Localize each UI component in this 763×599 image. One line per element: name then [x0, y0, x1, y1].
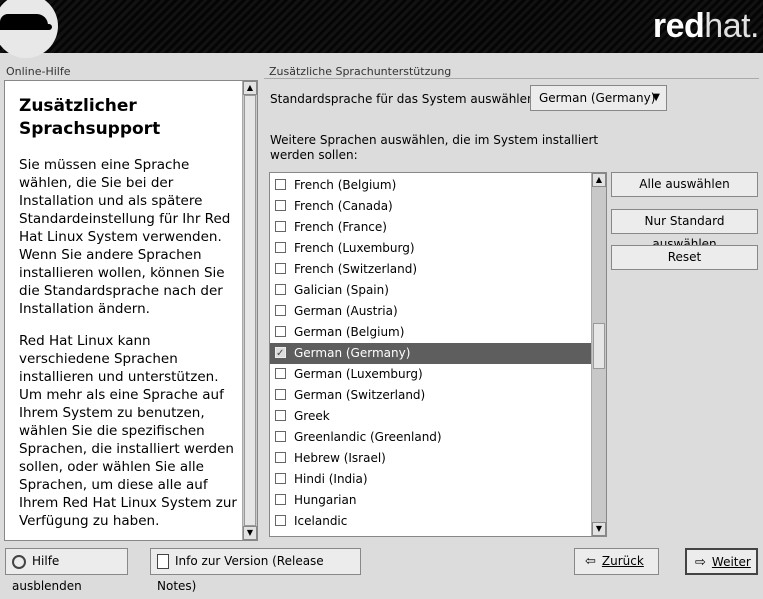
language-label: German (Switzerland): [294, 388, 426, 402]
help-scroll-thumb[interactable]: [244, 95, 256, 526]
language-scrollbar[interactable]: ▲ ▼: [591, 173, 606, 536]
checkbox[interactable]: [275, 200, 286, 211]
language-scroll-thumb[interactable]: [593, 323, 605, 369]
language-label: Hebrew (Israel): [294, 451, 386, 465]
checkbox[interactable]: [275, 431, 286, 442]
checkbox[interactable]: [275, 305, 286, 316]
language-label: Icelandic: [294, 514, 348, 528]
language-label: German (Luxemburg): [294, 367, 423, 381]
checkbox[interactable]: [275, 221, 286, 232]
language-row[interactable]: Galician (Spain): [270, 280, 591, 301]
language-row[interactable]: German (Belgium): [270, 322, 591, 343]
help-title: Zusätzlicher Sprachsupport: [19, 96, 161, 139]
checkbox[interactable]: [275, 263, 286, 274]
back-label: Zurück: [601, 554, 644, 568]
checkbox[interactable]: [275, 452, 286, 463]
language-label: Greek: [294, 409, 330, 423]
language-row[interactable]: German (Luxemburg): [270, 364, 591, 385]
checkbox[interactable]: [275, 284, 286, 295]
chevron-down-icon: ▼: [652, 92, 660, 103]
more-languages-label: Weitere Sprachen auswählen, die im Syste…: [270, 133, 599, 162]
default-only-button[interactable]: Nur Standard auswählen: [611, 209, 758, 251]
scroll-up-arrow-icon[interactable]: ▲: [592, 173, 606, 187]
back-button[interactable]: ⇦ Zurück: [574, 548, 659, 575]
checkbox[interactable]: [275, 494, 286, 505]
language-row[interactable]: German (Switzerland): [270, 385, 591, 406]
checkbox[interactable]: [275, 473, 286, 484]
language-label: German (Belgium): [294, 325, 405, 339]
release-notes-button[interactable]: Info zur Version (Release Notes): [150, 548, 361, 593]
section-divider: [264, 78, 759, 79]
checkbox[interactable]: [275, 368, 286, 379]
help-content: Zusätzlicher Sprachsupport Sie müssen ei…: [5, 81, 242, 540]
help-caption: Online-Hilfe: [6, 65, 71, 78]
language-label: French (Switzerland): [294, 262, 418, 276]
reset-button[interactable]: Reset: [611, 245, 758, 270]
language-row[interactable]: Hebrew (Israel): [270, 448, 591, 469]
scroll-down-arrow-icon[interactable]: ▼: [592, 522, 606, 536]
language-label: Hindi (India): [294, 472, 368, 486]
default-language-select[interactable]: German (Germany) ▼: [530, 85, 667, 111]
help-icon: [12, 554, 26, 569]
hat-brim: [0, 24, 52, 30]
default-language-value: German (Germany): [539, 91, 656, 105]
arrow-right-icon: ⇨: [695, 555, 706, 570]
language-row[interactable]: Hungarian: [270, 490, 591, 511]
language-row[interactable]: German (Austria): [270, 301, 591, 322]
next-button[interactable]: ⇨ Weiter: [685, 548, 758, 575]
language-label: French (Luxemburg): [294, 241, 415, 255]
scroll-up-arrow-icon[interactable]: ▲: [243, 81, 257, 95]
language-row[interactable]: French (Belgium): [270, 175, 591, 196]
select-all-button[interactable]: Alle auswählen: [611, 172, 758, 197]
checkbox[interactable]: [275, 389, 286, 400]
language-row[interactable]: Icelandic: [270, 511, 591, 532]
redhat-wordmark: redhat.: [652, 7, 760, 45]
document-icon: [157, 554, 169, 569]
language-row[interactable]: Greek: [270, 406, 591, 427]
default-language-label: Standardsprache für das System auswählen…: [270, 92, 539, 106]
language-label: Greenlandic (Greenland): [294, 430, 442, 444]
checkbox[interactable]: [275, 179, 286, 190]
language-label: Hungarian: [294, 493, 357, 507]
scroll-down-arrow-icon[interactable]: ▼: [243, 526, 257, 540]
language-label: Galician (Spain): [294, 283, 389, 297]
language-label: French (France): [294, 220, 387, 234]
help-paragraph-1: Sie müssen eine Sprache wählen, die Sie …: [19, 157, 231, 317]
language-row[interactable]: German (Germany): [270, 343, 591, 364]
header-banner: redhat.: [0, 0, 763, 58]
language-row[interactable]: Hindi (India): [270, 469, 591, 490]
checkbox[interactable]: [275, 326, 286, 337]
language-label: French (Belgium): [294, 178, 397, 192]
language-row[interactable]: Greenlandic (Greenland): [270, 427, 591, 448]
language-row[interactable]: French (Switzerland): [270, 259, 591, 280]
arrow-left-icon: ⇦: [585, 554, 596, 569]
checkbox[interactable]: [275, 515, 286, 526]
language-rows: French (Belgium) French (Canada) French (F…: [270, 175, 591, 532]
checkbox[interactable]: [275, 410, 286, 421]
language-list[interactable]: French (Belgium) French (Canada) French (F…: [269, 172, 607, 537]
language-row[interactable]: French (Canada): [270, 196, 591, 217]
help-pane: Zusätzlicher Sprachsupport Sie müssen ei…: [4, 80, 258, 541]
language-label: German (Austria): [294, 304, 398, 318]
language-label: German (Germany): [294, 346, 411, 360]
language-row[interactable]: French (Luxemburg): [270, 238, 591, 259]
checkbox[interactable]: [275, 242, 286, 253]
language-label: French (Canada): [294, 199, 393, 213]
next-label: Weiter: [711, 555, 751, 569]
hide-help-button[interactable]: Hilfe ausblenden: [5, 548, 128, 593]
help-paragraph-2: Red Hat Linux kann verschiedene Sprachen…: [19, 333, 237, 529]
section-caption: Zusätzliche Sprachunterstützung: [269, 65, 452, 78]
checkbox-checked[interactable]: [275, 343, 286, 364]
release-notes-label: Info zur Version (Release Notes): [157, 554, 324, 593]
help-scrollbar[interactable]: ▲ ▼: [242, 81, 257, 540]
language-row[interactable]: French (France): [270, 217, 591, 238]
